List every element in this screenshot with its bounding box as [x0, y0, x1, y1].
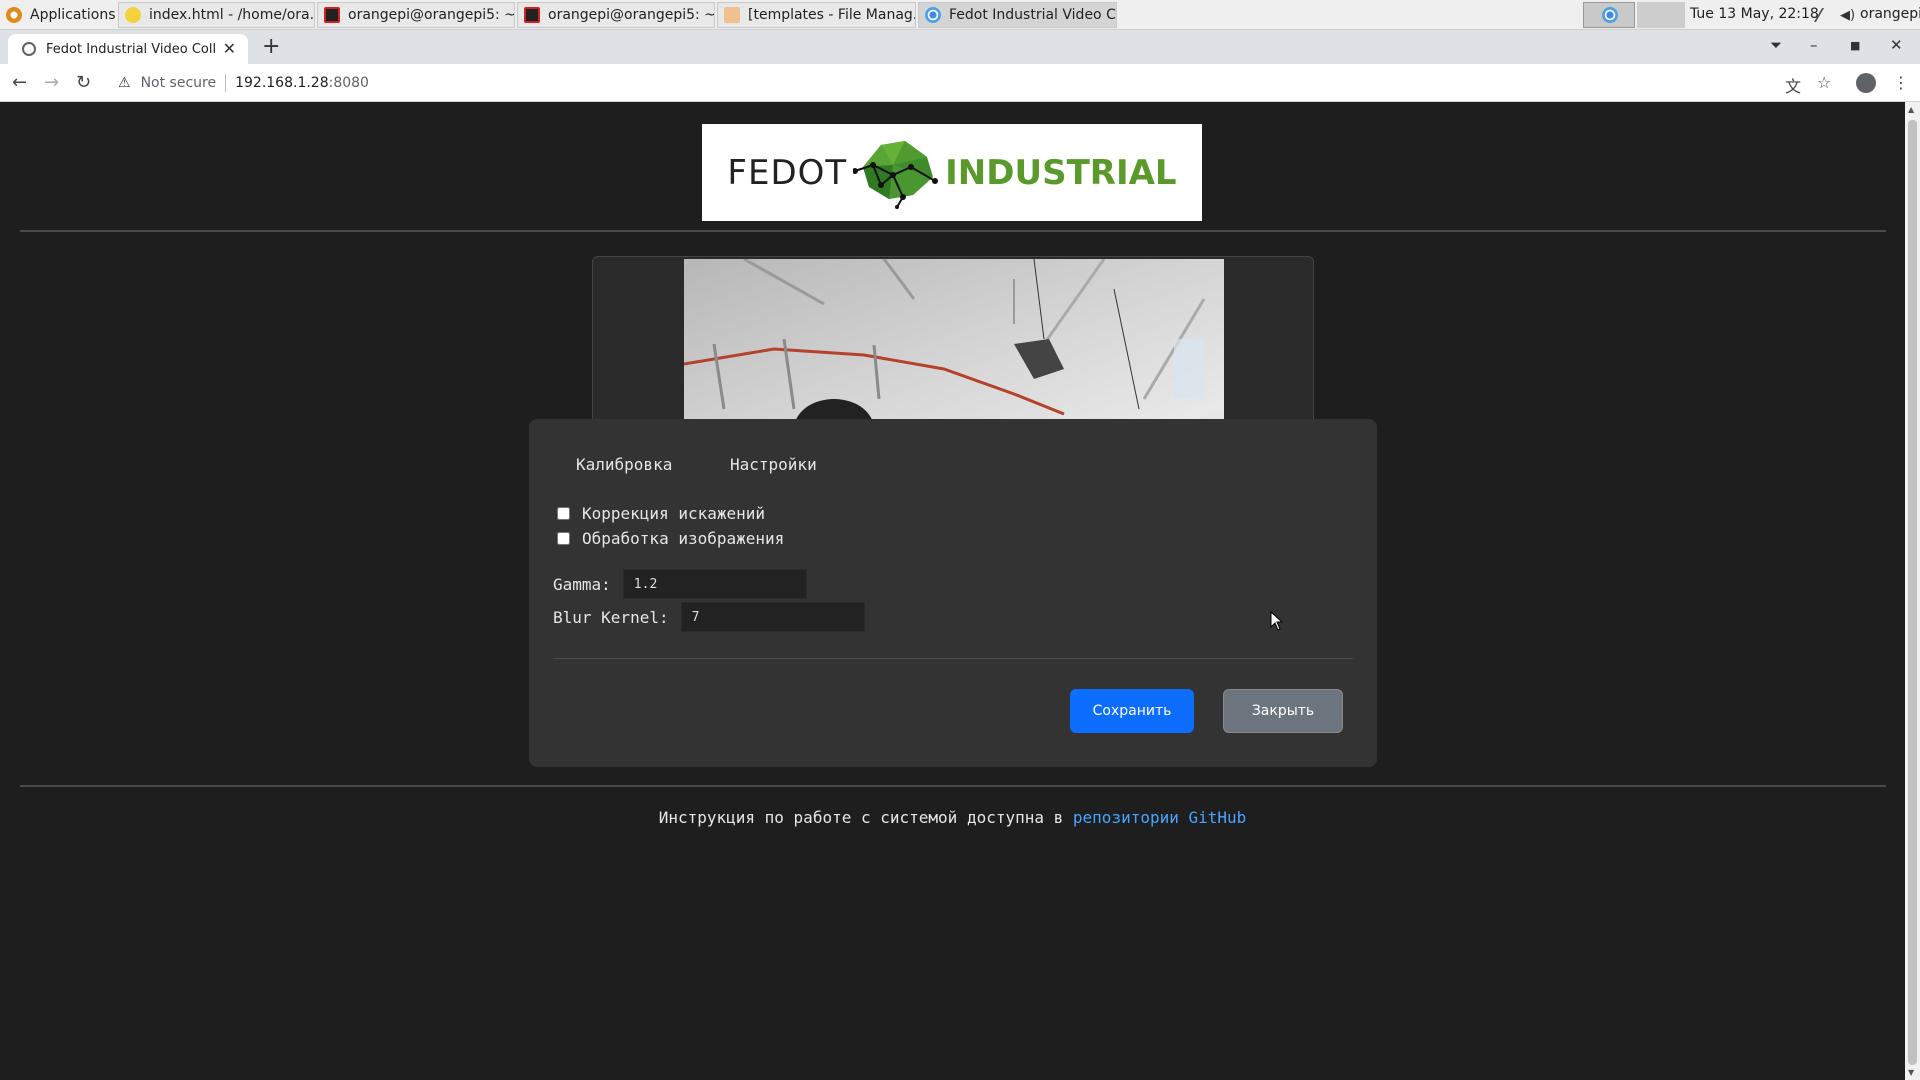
- back-icon[interactable]: ←: [12, 72, 27, 93]
- new-tab-button[interactable]: +: [262, 34, 280, 59]
- blur-kernel-row: Blur Kernel:: [553, 602, 865, 632]
- gamma-row: Gamma:: [553, 569, 807, 599]
- distortion-correction-checkbox[interactable]: [557, 507, 570, 520]
- taskbar-item-label: orangepi@orangepi5: ~: [348, 7, 515, 23]
- taskbar-item-terminal-1[interactable]: orangepi@orangepi5: ~: [317, 2, 515, 28]
- security-label[interactable]: Not secure: [141, 75, 217, 91]
- tab-calibration[interactable]: Калибровка: [576, 455, 672, 474]
- settings-modal: Калибровка Настройки Коррекция искажений…: [529, 419, 1377, 767]
- bookmark-star-icon[interactable]: ☆: [1817, 73, 1831, 92]
- terminal-icon: [524, 7, 540, 23]
- github-repo-link[interactable]: репозитории GitHub: [1073, 808, 1246, 827]
- image-processing-checkbox[interactable]: [557, 532, 570, 545]
- gamma-input[interactable]: [622, 569, 807, 599]
- taskbar-item-chrome[interactable]: Fedot Industrial Video C...: [918, 2, 1117, 28]
- omnibox-separator: [225, 74, 227, 92]
- text-editor-icon: [125, 7, 141, 23]
- blur-kernel-label: Blur Kernel:: [553, 607, 669, 627]
- os-taskbar: Applications index.html - /home/ora... o…: [0, 0, 1920, 30]
- divider-top: [20, 230, 1886, 232]
- image-processing-row[interactable]: Обработка изображения: [557, 529, 784, 548]
- folder-icon: [724, 7, 740, 23]
- browser-toolbar: ← → ↻ ⚠ Not secure 192.168.1.28:8080 文 ☆…: [0, 64, 1920, 102]
- url-host[interactable]: 192.168.1.28: [235, 75, 329, 91]
- fedot-logo-mark-icon: [853, 140, 939, 209]
- modal-footer-divider: [553, 658, 1353, 659]
- address-bar[interactable]: ⚠ Not secure 192.168.1.28:8080: [110, 68, 1770, 98]
- globe-icon: [22, 42, 36, 56]
- translate-icon[interactable]: 文: [1785, 73, 1801, 97]
- close-button[interactable]: Закрыть: [1223, 689, 1343, 733]
- tab-search-icon[interactable]: ⏷: [1770, 36, 1782, 54]
- mouse-cursor-icon: [1270, 611, 1284, 631]
- profile-icon[interactable]: [1856, 73, 1876, 93]
- clock[interactable]: Tue 13 May, 22:18: [1690, 6, 1819, 22]
- divider-bottom: [20, 785, 1886, 787]
- footer-instructions: Инструкция по работе с системой доступна…: [0, 808, 1905, 827]
- chrome-icon: [925, 7, 941, 23]
- warning-icon[interactable]: ⚠: [118, 75, 131, 91]
- applications-menu[interactable]: Applications: [0, 2, 116, 28]
- taskbar-item-terminal-2[interactable]: orangepi@orangepi5: ~...: [517, 2, 715, 28]
- image-processing-label: Обработка изображения: [582, 529, 785, 548]
- scroll-up-icon[interactable]: ▲: [1908, 105, 1914, 114]
- tab-settings[interactable]: Настройки: [730, 455, 817, 474]
- taskbar-item-label: orangepi@orangepi5: ~...: [548, 7, 715, 23]
- forward-icon[interactable]: →: [44, 72, 59, 93]
- applications-label: Applications: [30, 7, 116, 23]
- logo: FEDOT INDUSTRIAL: [702, 124, 1202, 221]
- save-button[interactable]: Сохранить: [1070, 689, 1194, 733]
- user-menu[interactable]: orangepi: [1860, 6, 1920, 22]
- gamma-label: Gamma:: [553, 574, 611, 594]
- scrollbar-thumb[interactable]: [1908, 120, 1917, 1065]
- workspace-switcher[interactable]: [1583, 2, 1635, 28]
- distortion-correction-row[interactable]: Коррекция искажений: [557, 504, 765, 523]
- scroll-down-icon[interactable]: ▼: [1908, 1068, 1914, 1077]
- url-port[interactable]: :8080: [329, 75, 369, 91]
- distortion-correction-label: Коррекция искажений: [582, 504, 766, 523]
- page-viewport: FEDOT INDUSTRIAL Калибровка Настройки Ко…: [0, 102, 1905, 1080]
- logo-text-fedot: FEDOT: [727, 152, 848, 193]
- logo-text-industrial: INDUSTRIAL: [945, 152, 1177, 193]
- page-scrollbar[interactable]: ▲ ▼: [1905, 102, 1920, 1080]
- chrome-icon: [1602, 7, 1618, 23]
- footer-text: Инструкция по работе с системой доступна…: [658, 808, 1073, 827]
- menu-kebab-icon[interactable]: ⋮: [1893, 73, 1909, 92]
- maximize-icon[interactable]: ■: [1850, 39, 1860, 52]
- blur-kernel-input[interactable]: [680, 602, 865, 632]
- minimize-icon[interactable]: –: [1810, 36, 1818, 54]
- taskbar-item-file-manager[interactable]: [templates - File Manag...: [717, 2, 916, 28]
- reload-icon[interactable]: ↻: [76, 72, 91, 93]
- volume-icon[interactable]: ◀): [1840, 8, 1855, 23]
- browser-tabstrip: Fedot Industrial Video Coll ✕ + ⏷ – ■ ✕: [0, 30, 1920, 64]
- tab-title: Fedot Industrial Video Coll: [46, 41, 217, 57]
- applications-icon: [6, 7, 22, 23]
- window-close-icon[interactable]: ✕: [1890, 36, 1903, 54]
- browser-tab[interactable]: Fedot Industrial Video Coll ✕: [8, 34, 248, 64]
- workspace-switcher-empty[interactable]: [1637, 2, 1685, 28]
- taskbar-item-editor[interactable]: index.html - /home/ora...: [118, 2, 315, 28]
- close-icon[interactable]: ✕: [223, 39, 236, 58]
- taskbar-item-label: Fedot Industrial Video C...: [949, 7, 1117, 23]
- taskbar-item-label: index.html - /home/ora...: [149, 7, 315, 23]
- terminal-icon: [324, 7, 340, 23]
- taskbar-item-label: [templates - File Manag...: [748, 7, 916, 23]
